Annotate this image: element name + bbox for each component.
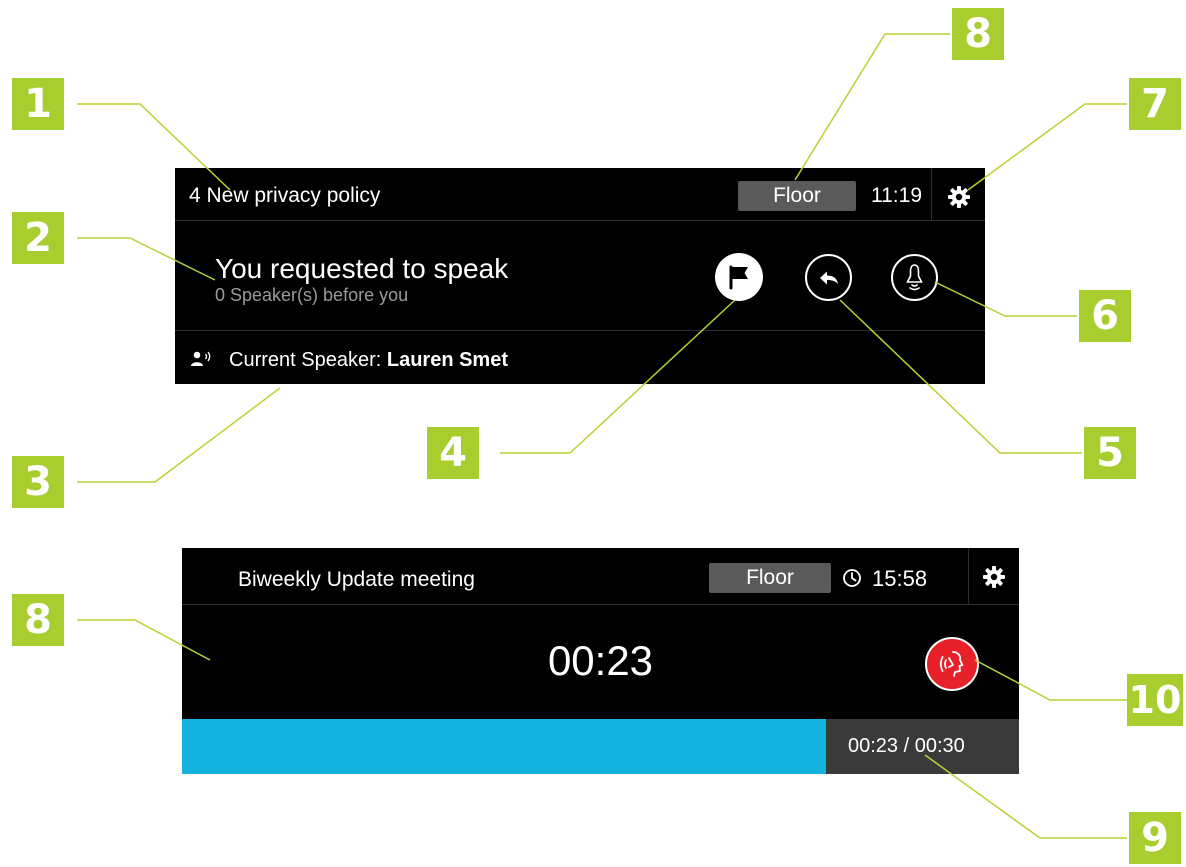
- header-separator: [182, 604, 1019, 605]
- elapsed-time: 00:23: [848, 735, 899, 757]
- header-divider: [968, 548, 969, 604]
- meeting-title: Biweekly Update meeting: [238, 568, 475, 591]
- callout-badge-4: 4: [427, 427, 479, 479]
- request-to-speak-button[interactable]: [715, 253, 763, 301]
- callout-line-7: [967, 103, 1127, 191]
- settings-icon[interactable]: [947, 185, 971, 209]
- priority-bell-icon: [906, 264, 923, 291]
- header-separator: [175, 220, 985, 221]
- callout-badge-5: 5: [1084, 427, 1136, 479]
- callout-badge-7: 7: [1129, 78, 1181, 130]
- speaking-time-progress: 00:23 / 00:30: [182, 719, 1019, 774]
- cancel-request-button[interactable]: [805, 254, 852, 301]
- callout-badge-10: 10: [1127, 674, 1183, 726]
- flag-icon: [729, 265, 748, 290]
- header-divider: [931, 168, 932, 220]
- current-speaker-name: Lauren Smet: [386, 349, 509, 371]
- clock-time: 15:58: [872, 566, 928, 591]
- callout-badge-2: 2: [12, 212, 64, 264]
- callout-line-3: [77, 387, 281, 483]
- callout-badge-6: 6: [1079, 290, 1131, 342]
- callout-badge-9: 9: [1129, 812, 1181, 864]
- progress-time-label: 00:23 / 00:30: [848, 735, 965, 757]
- callout-badge-1: 1: [12, 78, 64, 130]
- clock-icon: [842, 568, 862, 588]
- request-queue-info: 0 Speaker(s) before you: [215, 285, 409, 305]
- request-separator: [175, 330, 985, 331]
- callout-badge-8-bottom: 8: [12, 594, 64, 646]
- callout-badge-3: 3: [12, 456, 64, 508]
- settings-icon[interactable]: [982, 565, 1006, 589]
- callout-badge-8: 8: [952, 8, 1004, 60]
- meeting-panel-top: 4 New privacy policy Floor 11:19 You req…: [175, 168, 985, 384]
- priority-button[interactable]: [891, 254, 938, 301]
- floor-channel-button[interactable]: Floor: [709, 563, 831, 593]
- request-status-title: You requested to speak: [215, 253, 509, 284]
- total-time: 00:30: [914, 735, 965, 757]
- microphone-button[interactable]: [925, 637, 979, 691]
- meeting-panel-bottom: Biweekly Update meeting Floor 15:58 00:2…: [182, 548, 1019, 774]
- agenda-item-title: 4 New privacy policy: [189, 184, 381, 207]
- floor-channel-button[interactable]: Floor: [738, 181, 856, 211]
- clock-time: 11:19: [871, 184, 922, 207]
- progress-fill: [182, 719, 826, 774]
- current-speaker-label: Current Speaker:: [229, 349, 382, 371]
- callout-line-8a: [794, 33, 950, 181]
- speaker-icon: [190, 350, 214, 368]
- speaking-timer: 00:23: [547, 637, 654, 684]
- speaking-mic-icon: [939, 651, 964, 677]
- reply-icon: [820, 271, 838, 285]
- current-speaker: Current Speaker: Lauren Smet: [229, 349, 508, 372]
